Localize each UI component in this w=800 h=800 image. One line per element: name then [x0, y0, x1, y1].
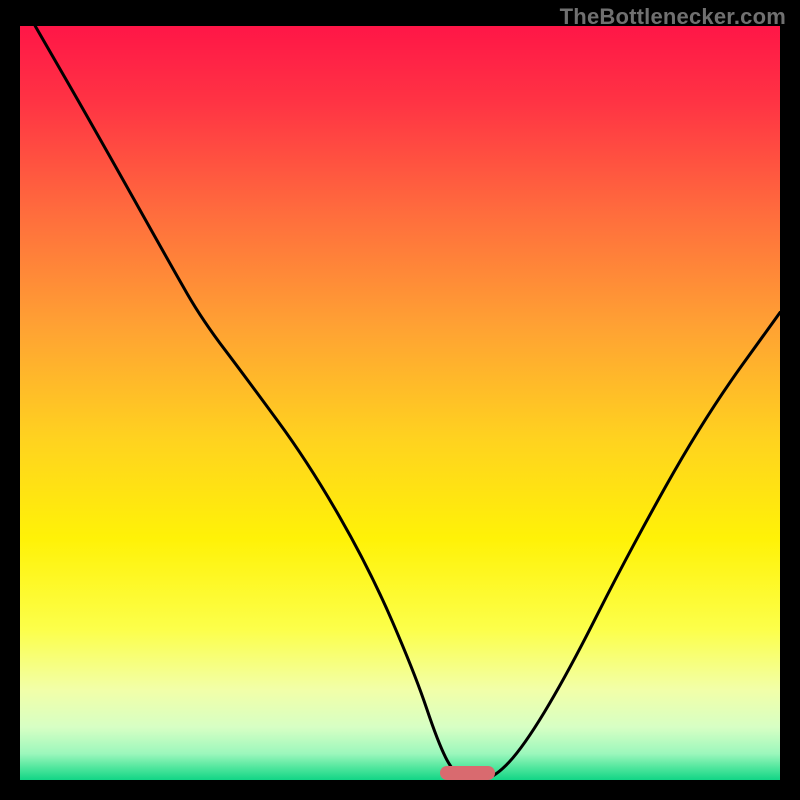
plot-area — [20, 26, 780, 780]
gradient-rect — [20, 26, 780, 780]
watermark-text: TheBottlenecker.com — [560, 4, 786, 30]
plot-svg — [20, 26, 780, 780]
chart-frame: TheBottlenecker.com — [0, 0, 800, 800]
optimal-range-marker — [440, 766, 495, 780]
